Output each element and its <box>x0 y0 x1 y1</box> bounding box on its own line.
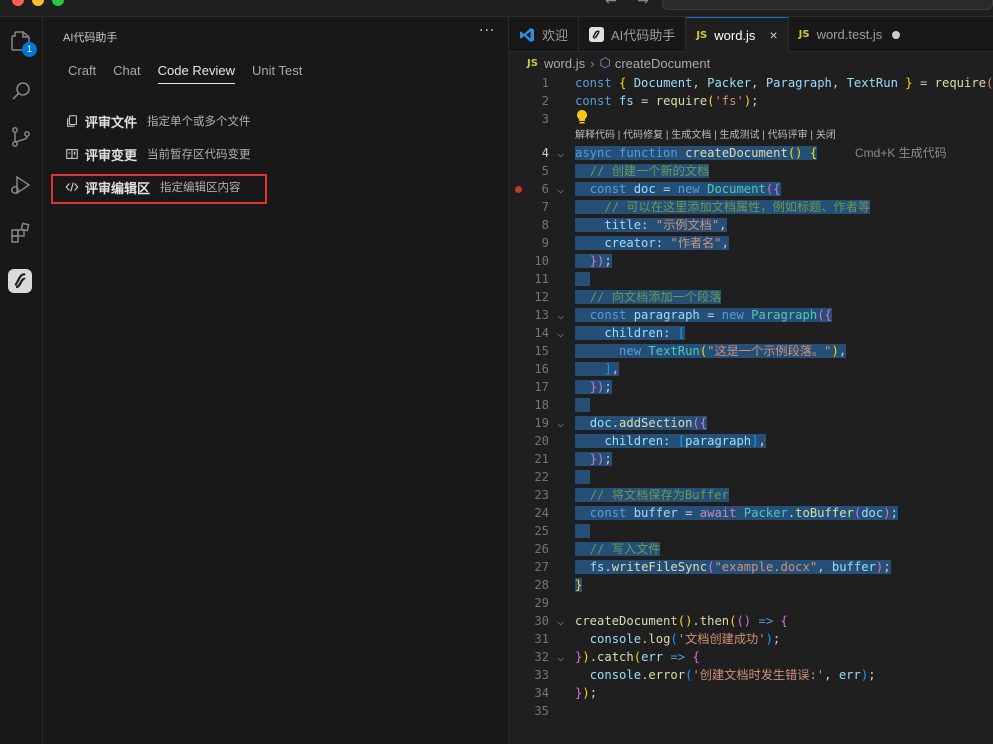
code-line: 12 // 向文档添加一个段落 <box>534 290 722 304</box>
command-center[interactable]: demo <box>662 0 993 10</box>
inline-hint: Cmd+K 生成代码 <box>855 146 947 160</box>
maximize-window-button[interactable] <box>52 0 64 6</box>
code-line: 8 title: "示例文档", <box>541 218 727 232</box>
activity-bar: 1 <box>0 17 43 744</box>
code-line: 25 <box>509 522 993 540</box>
editor-area: 欢迎 AI代码助手 JS word.js × JS word.test.js J… <box>509 17 993 744</box>
code-line: 9 creator: "作者名", <box>541 236 729 250</box>
code-line: 26 // 写入文件 <box>534 542 661 556</box>
panel-title: AI代码助手 <box>63 32 118 44</box>
code-line: 24 const buffer = await Packer.toBuffer(… <box>534 506 898 520</box>
ai-assistant-panel: AI代码助手 ··· Craft Chat Code Review Unit T… <box>43 17 509 744</box>
tab-code-review[interactable]: Code Review <box>157 63 235 84</box>
code-line: 14 ⌵ children: [ <box>534 324 686 342</box>
code-line: 5 // 创建一个新的文档 <box>541 164 710 178</box>
breadcrumb-symbol[interactable]: createDocument <box>615 56 710 71</box>
code-line: 28} <box>534 578 583 592</box>
assistant-tabs: Craft Chat Code Review Unit Test <box>68 63 319 84</box>
ai-assistant-icon[interactable] <box>8 269 32 293</box>
tab-word-test-js-label: word.test.js <box>816 27 883 42</box>
review-file-item[interactable]: 评审文件 指定单个或多个文件 <box>64 110 251 132</box>
code-line: 27 fs.writeFileSync("example.docx", buff… <box>534 560 891 574</box>
fold-chevron-icon[interactable]: ⌵ <box>557 144 564 162</box>
tab-word-js-label: word.js <box>714 27 756 43</box>
tab-welcome[interactable]: 欢迎 <box>509 17 580 52</box>
code-line: 18 <box>509 396 993 414</box>
diff-icon <box>64 146 80 162</box>
close-window-button[interactable] <box>12 0 24 6</box>
code-line: 33 console.error('创建文档时发生错误:', err); <box>534 668 876 682</box>
lightbulb-icon[interactable] <box>575 109 589 130</box>
js-icon: JS <box>527 57 538 69</box>
code-line: 29 <box>534 596 549 610</box>
ai-assistant-icon <box>589 27 605 42</box>
unsaved-dot-icon[interactable] <box>892 30 901 39</box>
code-line: 13 ⌵ const paragraph = new Paragraph({ <box>534 306 832 324</box>
vscode-icon <box>519 27 535 43</box>
function-symbol-icon: ⬡ <box>599 55 611 70</box>
tab-unit-test[interactable]: Unit Test <box>252 63 302 84</box>
code-line: 32 ⌵}).catch(err => { <box>534 648 700 666</box>
tab-word-js[interactable]: JS word.js × <box>686 17 789 52</box>
title-bar: ← → demo <box>0 0 993 17</box>
code-line: 31 console.log('文档创建成功'); <box>534 632 781 646</box>
fold-chevron-icon[interactable]: ⌵ <box>557 306 564 324</box>
minimize-window-button[interactable] <box>32 0 44 6</box>
code-line: 23 // 将文档保存为Buffer <box>534 488 729 502</box>
fold-chevron-icon[interactable]: ⌵ <box>557 324 564 342</box>
run-debug-icon[interactable] <box>7 171 35 199</box>
tab-welcome-label: 欢迎 <box>542 28 569 43</box>
code-line: 4 ⌵ async function createDocument() {Cmd+K… <box>541 144 947 162</box>
review-changes-desc: 当前暂存区代码变更 <box>147 147 251 161</box>
explorer-icon[interactable]: 1 <box>7 27 37 57</box>
code-line: 19 ⌵ doc.addSection({ <box>534 414 708 432</box>
code-line: 20 children: [paragraph], <box>534 434 766 448</box>
code-line: 35 <box>534 704 549 718</box>
code-line: 3 <box>509 110 993 128</box>
code-line: 6 ⌵ const doc = new Document({ <box>509 180 993 198</box>
code-line: 1 const { Document, Packer, Paragraph, Te… <box>541 76 993 90</box>
fold-chevron-icon[interactable]: ⌵ <box>557 180 564 198</box>
tab-craft[interactable]: Craft <box>68 63 96 84</box>
codelens-actions[interactable]: 解释代码 | 代码修复 | 生成文档 | 生成测试 | 代码评审 | 关闭 <box>509 128 993 144</box>
code-line: 22 <box>509 468 993 486</box>
review-file-label: 评审文件 <box>85 115 138 131</box>
extensions-icon[interactable] <box>7 219 35 247</box>
breadcrumb: JS word.js › ⬡ createDocument <box>527 55 710 71</box>
code-editor[interactable]: 1 const { Document, Packer, Paragraph, Te… <box>509 74 993 720</box>
code-line: 15 new TextRun("这是一个示例段落。"), <box>534 344 847 358</box>
editor-tabbar: 欢迎 AI代码助手 JS word.js × JS word.test.js <box>509 17 993 52</box>
code-line: 7 // 可以在这里添加文档属性，例如标题、作者等 <box>541 200 871 214</box>
nav-arrows[interactable]: ← → <box>605 0 657 9</box>
code-line: 30 ⌵ createDocument().then(() => { <box>534 612 788 630</box>
js-icon: JS <box>696 29 708 41</box>
breadcrumb-file[interactable]: word.js <box>544 56 585 71</box>
chevron-right-icon: › <box>590 55 595 71</box>
code-line: 34}); <box>534 686 598 700</box>
code-line: 17 }); <box>534 380 612 394</box>
review-file-desc: 指定单个或多个文件 <box>147 114 251 128</box>
tab-chat[interactable]: Chat <box>113 63 140 84</box>
source-control-icon[interactable] <box>7 123 35 151</box>
highlight-box <box>51 174 267 204</box>
tab-word-test-js[interactable]: JS word.test.js <box>789 17 911 52</box>
tab-ai-assistant[interactable]: AI代码助手 <box>579 17 687 52</box>
explorer-badge: 1 <box>22 42 37 57</box>
js-icon: JS <box>798 29 810 40</box>
close-tab-icon[interactable]: × <box>769 27 777 43</box>
code-line: 11 <box>509 270 993 288</box>
fold-chevron-icon[interactable]: ⌵ <box>557 648 564 666</box>
code-line: 10 }); <box>534 254 612 268</box>
code-line: 21 }); <box>534 452 612 466</box>
review-changes-item[interactable]: 评审变更 当前暂存区代码变更 <box>64 143 251 165</box>
tab-ai-assistant-label: AI代码助手 <box>611 28 676 43</box>
code-line: 16 ], <box>534 362 620 376</box>
search-icon[interactable] <box>7 77 35 105</box>
code-line: 2 const fs = require('fs'); <box>541 94 759 108</box>
file-copy-icon <box>64 113 80 129</box>
fold-chevron-icon[interactable]: ⌵ <box>557 612 564 630</box>
more-actions-icon[interactable]: ··· <box>479 23 495 39</box>
fold-chevron-icon[interactable]: ⌵ <box>557 414 564 432</box>
review-changes-label: 评审变更 <box>85 148 138 164</box>
